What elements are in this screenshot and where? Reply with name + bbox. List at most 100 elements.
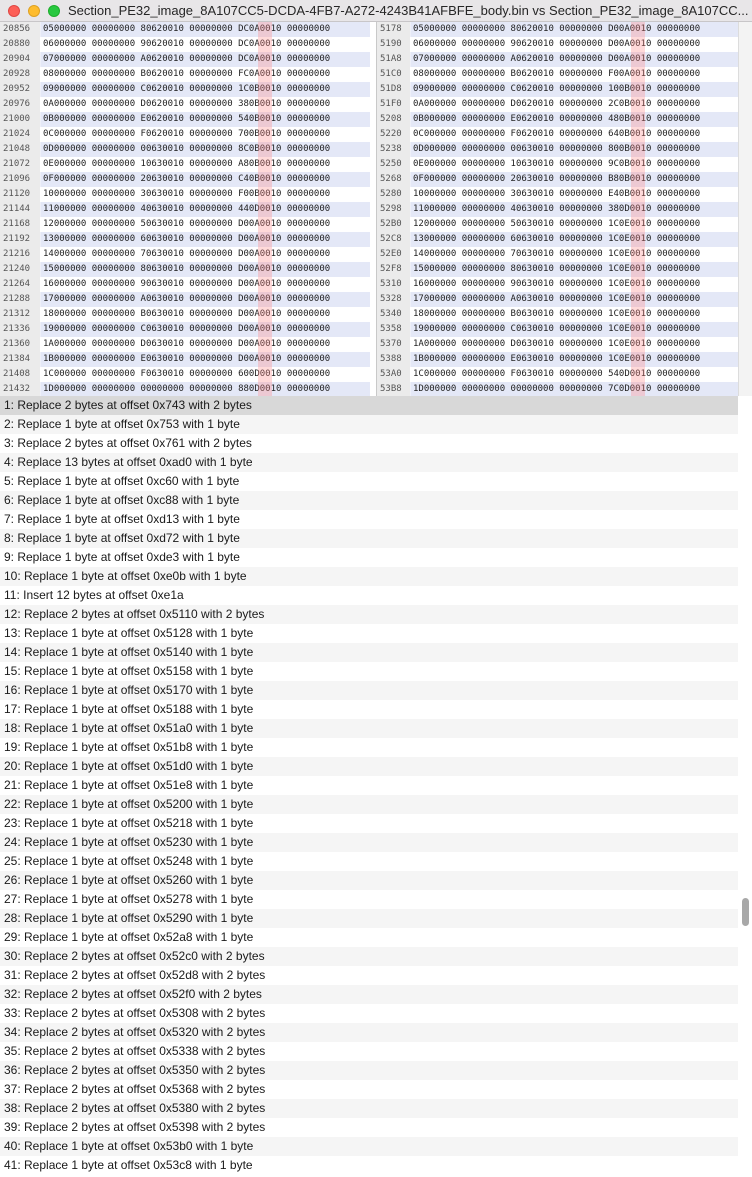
hex-row[interactable]: 20976 0A000000 00000000 D0620010 00000000… — [0, 97, 370, 112]
difference-list-item[interactable]: 31: Replace 2 bytes at offset 0x52d8 wit… — [0, 966, 738, 985]
difference-list-item[interactable]: 23: Replace 1 byte at offset 0x5218 with… — [0, 814, 738, 833]
hex-row[interactable]: 52E0 14000000 00000000 70630010 00000000 … — [377, 247, 739, 262]
hex-row[interactable]: 20880 06000000 00000000 90620010 00000000… — [0, 37, 370, 52]
difference-list-item[interactable]: 16: Replace 1 byte at offset 0x5170 with… — [0, 681, 738, 700]
difference-list-item[interactable]: 34: Replace 2 bytes at offset 0x5320 wit… — [0, 1023, 738, 1042]
hex-row[interactable]: 5178 05000000 00000000 80620010 00000000 … — [377, 22, 739, 37]
hex-row[interactable]: 20928 08000000 00000000 B0620010 00000000… — [0, 67, 370, 82]
difference-list-item[interactable]: 14: Replace 1 byte at offset 0x5140 with… — [0, 643, 738, 662]
hex-row[interactable]: 21408 1C000000 00000000 F0630010 00000000… — [0, 367, 370, 382]
hex-row[interactable]: 21168 12000000 00000000 50630010 00000000… — [0, 217, 370, 232]
hex-row[interactable]: 21216 14000000 00000000 70630010 00000000… — [0, 247, 370, 262]
difference-list-item[interactable]: 38: Replace 2 bytes at offset 0x5380 wit… — [0, 1099, 738, 1118]
hex-row[interactable]: 21144 11000000 00000000 40630010 00000000… — [0, 202, 370, 217]
hex-row[interactable]: 5268 0F000000 00000000 20630010 00000000 … — [377, 172, 739, 187]
hex-row[interactable]: 53A0 1C000000 00000000 F0630010 00000000 … — [377, 367, 739, 382]
difference-list-item[interactable]: 21: Replace 1 byte at offset 0x51e8 with… — [0, 776, 738, 795]
difference-list-item[interactable]: 36: Replace 2 bytes at offset 0x5350 wit… — [0, 1061, 738, 1080]
difference-list-item[interactable]: 30: Replace 2 bytes at offset 0x52c0 wit… — [0, 947, 738, 966]
difference-list-item[interactable]: 29: Replace 1 byte at offset 0x52a8 with… — [0, 928, 738, 947]
difference-list-item[interactable]: 4: Replace 13 bytes at offset 0xad0 with… — [0, 453, 738, 472]
hex-row[interactable]: 21240 15000000 00000000 80630010 00000000… — [0, 262, 370, 277]
hex-row[interactable]: 52F8 15000000 00000000 80630010 00000000 … — [377, 262, 739, 277]
difference-list-item[interactable]: 35: Replace 2 bytes at offset 0x5338 wit… — [0, 1042, 738, 1061]
left-hex-pane[interactable]: 20856 05000000 00000000 80620010 00000000… — [0, 22, 370, 396]
difference-list-item[interactable]: 17: Replace 1 byte at offset 0x5188 with… — [0, 700, 738, 719]
difference-list-item[interactable]: 12: Replace 2 bytes at offset 0x5110 wit… — [0, 605, 738, 624]
hex-row[interactable]: 51D8 09000000 00000000 C0620010 00000000 … — [377, 82, 739, 97]
hex-row[interactable]: 5328 17000000 00000000 A0630010 00000000 … — [377, 292, 739, 307]
differences-list[interactable]: 1: Replace 2 bytes at offset 0x743 with … — [0, 396, 738, 1177]
difference-list-item[interactable]: 27: Replace 1 byte at offset 0x5278 with… — [0, 890, 738, 909]
hex-row[interactable]: 5238 0D000000 00000000 00630010 00000000 … — [377, 142, 739, 157]
difference-list-item[interactable]: 24: Replace 1 byte at offset 0x5230 with… — [0, 833, 738, 852]
hex-row[interactable]: 5340 18000000 00000000 B0630010 00000000 … — [377, 307, 739, 322]
hex-row[interactable]: 51C0 08000000 00000000 B0620010 00000000 … — [377, 67, 739, 82]
hex-row[interactable]: 21360 1A000000 00000000 D0630010 00000000… — [0, 337, 370, 352]
difference-list-item[interactable]: 1: Replace 2 bytes at offset 0x743 with … — [0, 396, 738, 415]
minimize-window-button[interactable] — [28, 5, 40, 17]
difference-list-item[interactable]: 26: Replace 1 byte at offset 0x5260 with… — [0, 871, 738, 890]
difference-list-item[interactable]: 40: Replace 1 byte at offset 0x53b0 with… — [0, 1137, 738, 1156]
difference-list-item[interactable]: 28: Replace 1 byte at offset 0x5290 with… — [0, 909, 738, 928]
hex-row[interactable]: 51F0 0A000000 00000000 D0620010 00000000 … — [377, 97, 739, 112]
difference-list-item[interactable]: 20: Replace 1 byte at offset 0x51d0 with… — [0, 757, 738, 776]
hex-row[interactable]: 21384 1B000000 00000000 E0630010 00000000… — [0, 352, 370, 367]
hex-row[interactable]: 51A8 07000000 00000000 A0620010 00000000 … — [377, 52, 739, 67]
difference-list-item[interactable]: 39: Replace 2 bytes at offset 0x5398 wit… — [0, 1118, 738, 1137]
difference-list-item[interactable]: 3: Replace 2 bytes at offset 0x761 with … — [0, 434, 738, 453]
hex-row[interactable]: 20952 09000000 00000000 C0620010 00000000… — [0, 82, 370, 97]
hex-row[interactable]: 20856 05000000 00000000 80620010 00000000… — [0, 22, 370, 37]
difference-list-item[interactable]: 2: Replace 1 byte at offset 0x753 with 1… — [0, 415, 738, 434]
difference-list-item[interactable]: 33: Replace 2 bytes at offset 0x5308 wit… — [0, 1004, 738, 1023]
hex-row[interactable]: 5388 1B000000 00000000 E0630010 00000000 … — [377, 352, 739, 367]
hex-row[interactable]: 21192 13000000 00000000 60630010 00000000… — [0, 232, 370, 247]
scrollbar-thumb[interactable] — [742, 898, 749, 926]
difference-list-item[interactable]: 32: Replace 2 bytes at offset 0x52f0 wit… — [0, 985, 738, 1004]
difference-list-item[interactable]: 10: Replace 1 byte at offset 0xe0b with … — [0, 567, 738, 586]
close-window-button[interactable] — [8, 5, 20, 17]
hex-row[interactable]: 5220 0C000000 00000000 F0620010 00000000 … — [377, 127, 739, 142]
hex-row[interactable]: 21264 16000000 00000000 90630010 00000000… — [0, 277, 370, 292]
difference-list-item[interactable]: 37: Replace 2 bytes at offset 0x5368 wit… — [0, 1080, 738, 1099]
hex-row[interactable]: 21120 10000000 00000000 30630010 00000000… — [0, 187, 370, 202]
difference-list-item[interactable]: 13: Replace 1 byte at offset 0x5128 with… — [0, 624, 738, 643]
hex-row[interactable]: 5370 1A000000 00000000 D0630010 00000000 … — [377, 337, 739, 352]
hex-row[interactable]: 5208 0B000000 00000000 E0620010 00000000 … — [377, 112, 739, 127]
hex-row[interactable]: 21072 0E000000 00000000 10630010 00000000… — [0, 157, 370, 172]
hex-row[interactable]: 5190 06000000 00000000 90620010 00000000 … — [377, 37, 739, 52]
hex-scroll-gutter[interactable] — [738, 22, 752, 396]
hex-row[interactable]: 21024 0C000000 00000000 F0620010 00000000… — [0, 127, 370, 142]
hex-row[interactable]: 52B0 12000000 00000000 50630010 00000000 … — [377, 217, 739, 232]
hex-row[interactable]: 5310 16000000 00000000 90630010 00000000 … — [377, 277, 739, 292]
difference-list-item[interactable]: 8: Replace 1 byte at offset 0xd72 with 1… — [0, 529, 738, 548]
difference-list-item[interactable]: 11: Insert 12 bytes at offset 0xe1a — [0, 586, 738, 605]
hex-row[interactable]: 53B8 1D000000 00000000 00000000 00000000 … — [377, 382, 739, 396]
hex-row[interactable]: 21048 0D000000 00000000 00630010 00000000… — [0, 142, 370, 157]
hex-row[interactable]: 21096 0F000000 00000000 20630010 00000000… — [0, 172, 370, 187]
difference-list-item[interactable]: 15: Replace 1 byte at offset 0x5158 with… — [0, 662, 738, 681]
hex-row[interactable]: 20904 07000000 00000000 A0620010 00000000… — [0, 52, 370, 67]
hex-row[interactable]: 21312 18000000 00000000 B0630010 00000000… — [0, 307, 370, 322]
hex-row[interactable]: 5298 11000000 00000000 40630010 00000000 … — [377, 202, 739, 217]
difference-list-item[interactable]: 7: Replace 1 byte at offset 0xd13 with 1… — [0, 510, 738, 529]
hex-row[interactable]: 5250 0E000000 00000000 10630010 00000000 … — [377, 157, 739, 172]
hex-row[interactable]: 21336 19000000 00000000 C0630010 00000000… — [0, 322, 370, 337]
difference-list-item[interactable]: 41: Replace 1 byte at offset 0x53c8 with… — [0, 1156, 738, 1175]
hex-row[interactable]: 5280 10000000 00000000 30630010 00000000 … — [377, 187, 739, 202]
hex-row[interactable]: 21000 0B000000 00000000 E0620010 00000000… — [0, 112, 370, 127]
difference-list-item[interactable]: 18: Replace 1 byte at offset 0x51a0 with… — [0, 719, 738, 738]
difference-list-item[interactable]: 19: Replace 1 byte at offset 0x51b8 with… — [0, 738, 738, 757]
differences-scrollbar[interactable] — [738, 396, 752, 1177]
difference-list-item[interactable]: 22: Replace 1 byte at offset 0x5200 with… — [0, 795, 738, 814]
difference-list-item[interactable]: 9: Replace 1 byte at offset 0xde3 with 1… — [0, 548, 738, 567]
hex-row[interactable]: 5358 19000000 00000000 C0630010 00000000 … — [377, 322, 739, 337]
difference-list-item[interactable]: 6: Replace 1 byte at offset 0xc88 with 1… — [0, 491, 738, 510]
hex-row[interactable]: 21432 1D000000 00000000 00000000 00000000… — [0, 382, 370, 396]
right-hex-pane[interactable]: 5178 05000000 00000000 80620010 00000000 … — [376, 22, 739, 396]
difference-list-item[interactable]: 25: Replace 1 byte at offset 0x5248 with… — [0, 852, 738, 871]
difference-list-item[interactable]: 5: Replace 1 byte at offset 0xc60 with 1… — [0, 472, 738, 491]
hex-row[interactable]: 21288 17000000 00000000 A0630010 00000000… — [0, 292, 370, 307]
zoom-window-button[interactable] — [48, 5, 60, 17]
hex-row[interactable]: 52C8 13000000 00000000 60630010 00000000 … — [377, 232, 739, 247]
